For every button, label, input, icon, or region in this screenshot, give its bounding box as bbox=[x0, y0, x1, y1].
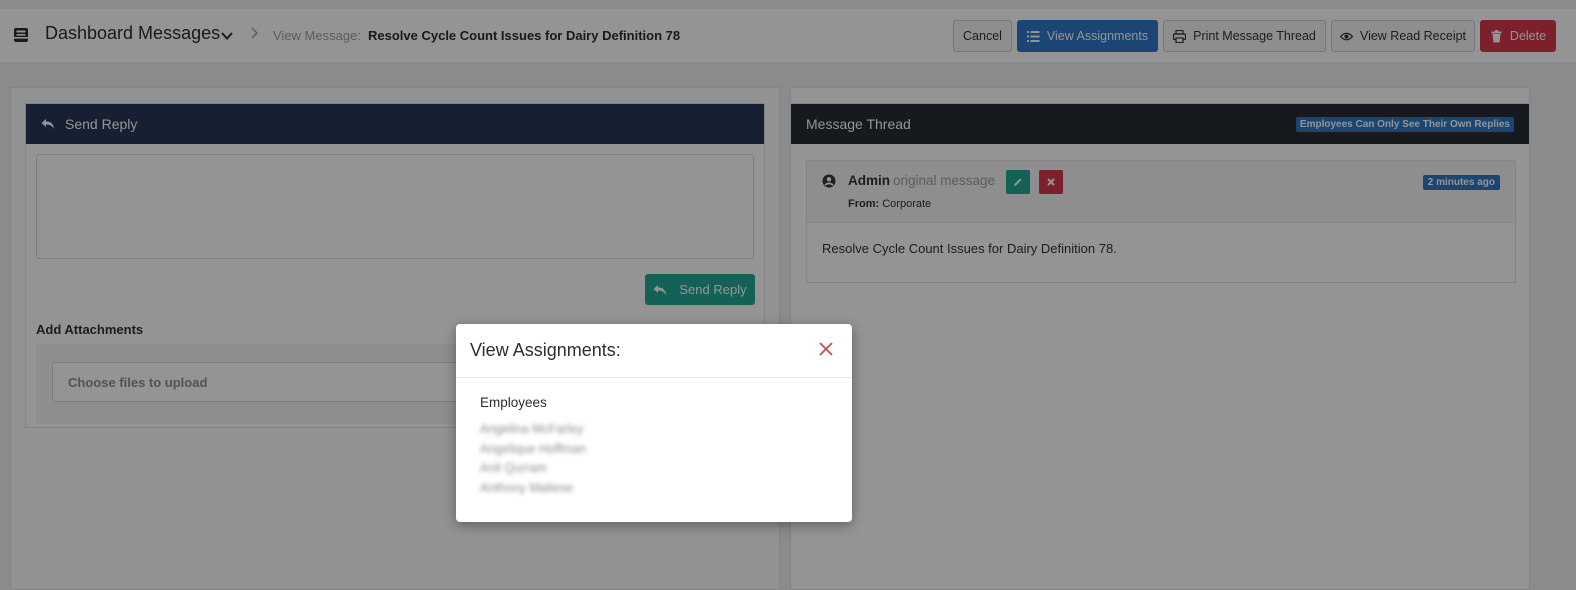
modal-header: View Assignments: bbox=[456, 324, 852, 378]
view-assignments-modal: View Assignments: Employees Angelina McF… bbox=[456, 324, 852, 522]
employee-item: Anthony Maltese bbox=[480, 480, 574, 495]
employee-item: Angelique Hoffman bbox=[480, 441, 587, 456]
close-icon[interactable] bbox=[818, 341, 834, 357]
modal-body: Employees Angelina McFarley Angelique Ho… bbox=[456, 378, 852, 515]
employee-item: Anil Qurram bbox=[480, 461, 547, 475]
employee-item: Angelina McFarley bbox=[480, 422, 584, 436]
employees-heading: Employees bbox=[480, 395, 547, 410]
modal-title: View Assignments: bbox=[470, 340, 621, 360]
